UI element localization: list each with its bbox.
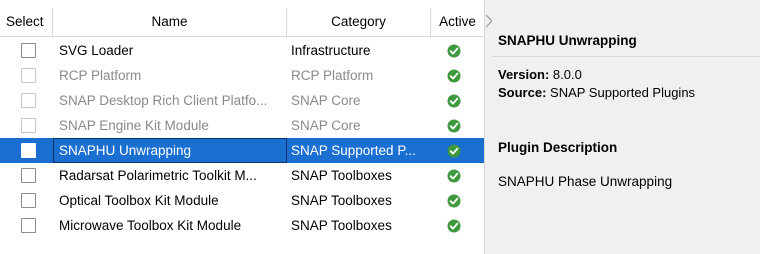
table-row[interactable]: Microwave Toolbox Kit Module SNAP Toolbox… <box>0 213 484 238</box>
table-row[interactable]: SVG Loader Infrastructure <box>0 38 484 63</box>
plugin-category: SNAP Core <box>291 93 361 108</box>
table-row[interactable]: SNAPHU Unwrapping SNAP Supported P... <box>0 138 484 163</box>
select-cell <box>0 38 53 63</box>
version-value: 8.0.0 <box>552 67 582 82</box>
plugin-description: SNAPHU Phase Unwrapping <box>498 174 673 189</box>
table-header: Select Name Category Active <box>0 8 484 37</box>
version-line: Version: 8.0.0 <box>498 67 582 82</box>
active-check-icon <box>447 69 461 83</box>
column-header-select[interactable]: Select <box>0 8 53 36</box>
active-check-icon <box>447 94 461 108</box>
select-checkbox <box>21 68 36 83</box>
table-row[interactable]: SNAP Desktop Rich Client Platfo... SNAP C… <box>0 88 484 113</box>
active-check-icon <box>447 119 461 133</box>
active-cell <box>431 213 484 238</box>
select-cell <box>0 213 53 238</box>
source-line: Source: SNAP Supported Plugins <box>498 85 695 100</box>
plugin-title: SNAPHU Unwrapping <box>498 33 637 48</box>
active-cell <box>431 163 484 188</box>
active-check-icon <box>447 169 461 183</box>
plugin-category: Infrastructure <box>291 43 371 58</box>
active-check-icon <box>447 219 461 233</box>
select-checkbox <box>21 93 36 108</box>
select-checkbox[interactable] <box>21 43 36 58</box>
table-row[interactable]: Optical Toolbox Kit Module SNAP Toolboxes <box>0 188 484 213</box>
select-checkbox[interactable] <box>21 193 36 208</box>
plugin-category: SNAP Toolboxes <box>291 218 392 233</box>
select-cell <box>0 138 53 163</box>
active-cell <box>431 138 484 163</box>
table-row[interactable]: SNAP Engine Kit Module SNAP Core <box>0 113 484 138</box>
select-cell <box>0 88 53 113</box>
plugin-category: SNAP Toolboxes <box>291 193 392 208</box>
select-cell <box>0 188 53 213</box>
table-rows: SVG Loader Infrastructure RCP Platform RCP … <box>0 38 484 238</box>
version-label: Version: <box>498 67 550 82</box>
plugin-details-panel: SNAPHU Unwrapping Version: 8.0.0 Source:… <box>492 0 760 254</box>
plugin-name: SNAPHU Unwrapping <box>53 138 287 163</box>
source-value: SNAP Supported Plugins <box>550 85 696 100</box>
description-heading: Plugin Description <box>498 140 618 155</box>
table-row[interactable]: RCP Platform RCP Platform <box>0 63 484 88</box>
active-check-icon <box>447 144 461 158</box>
plugin-category: SNAP Toolboxes <box>291 168 392 183</box>
active-cell <box>431 188 484 213</box>
plugin-name: Microwave Toolbox Kit Module <box>59 218 242 233</box>
active-cell <box>431 88 484 113</box>
plugin-category: RCP Platform <box>291 68 374 83</box>
plugin-category: SNAP Core <box>291 118 361 133</box>
plugin-name: RCP Platform <box>59 68 142 83</box>
select-checkbox[interactable] <box>21 143 36 158</box>
active-check-icon <box>447 194 461 208</box>
active-cell <box>431 63 484 88</box>
pane-splitter[interactable] <box>484 0 492 254</box>
select-checkbox[interactable] <box>21 218 36 233</box>
plugin-name: Optical Toolbox Kit Module <box>59 193 219 208</box>
plugin-name: SVG Loader <box>59 43 134 58</box>
detail-title-band: SNAPHU Unwrapping <box>492 8 760 57</box>
select-checkbox[interactable] <box>21 168 36 183</box>
plugin-name: Radarsat Polarimetric Toolkit M... <box>59 168 257 183</box>
plugin-category: SNAP Supported P... <box>291 143 416 158</box>
plugins-table: Select Name Category Active SVG Loader In… <box>0 0 484 254</box>
select-checkbox <box>21 118 36 133</box>
source-label: Source: <box>498 85 547 100</box>
column-header-name[interactable]: Name <box>53 8 287 36</box>
active-check-icon <box>447 44 461 58</box>
active-cell <box>431 113 484 138</box>
column-header-category[interactable]: Category <box>287 8 431 36</box>
active-cell <box>431 38 484 63</box>
select-cell <box>0 163 53 188</box>
table-row[interactable]: Radarsat Polarimetric Toolkit M... SNAP T… <box>0 163 484 188</box>
plugin-name: SNAP Engine Kit Module <box>59 118 209 133</box>
column-header-active[interactable]: Active <box>431 8 484 36</box>
select-cell <box>0 113 53 138</box>
select-cell <box>0 63 53 88</box>
plugin-name: SNAP Desktop Rich Client Platfo... <box>59 93 268 108</box>
